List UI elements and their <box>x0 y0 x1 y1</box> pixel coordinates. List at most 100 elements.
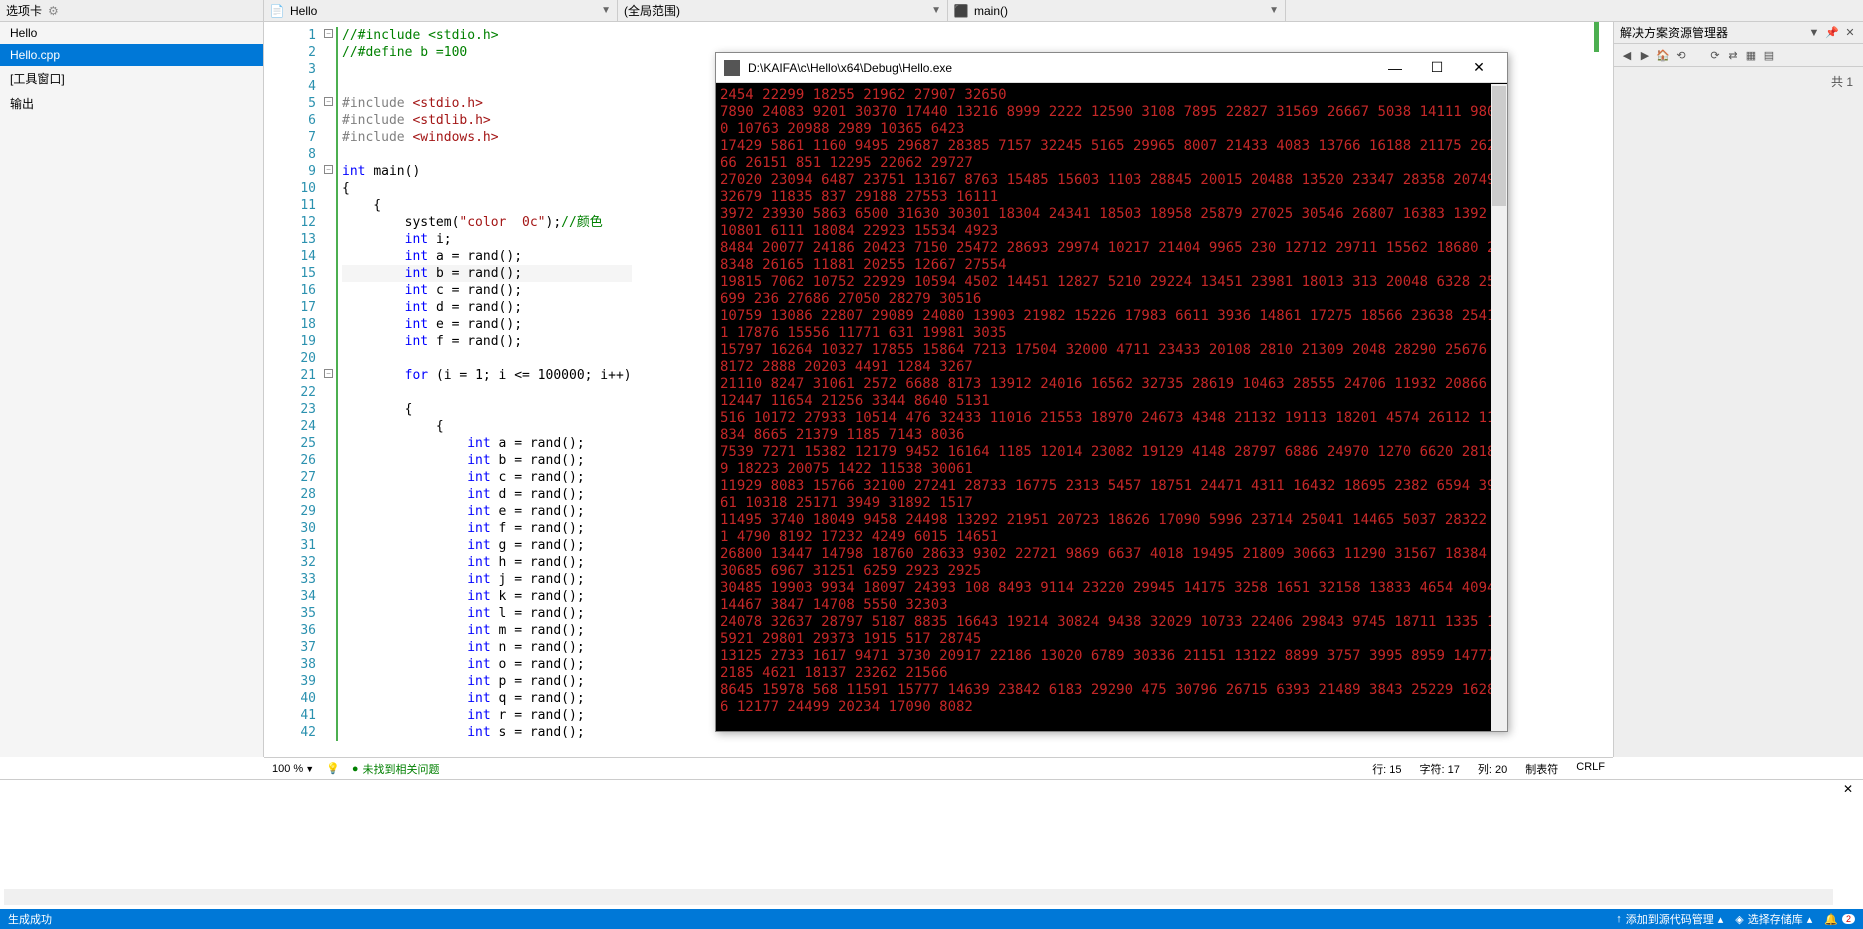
close-icon[interactable]: ✕ <box>1843 782 1859 798</box>
line-number: 14 <box>264 248 316 265</box>
context-dropdown-3[interactable]: ⬛ main() ▼ <box>948 0 1286 21</box>
line-number: 27 <box>264 469 316 486</box>
lightbulb-icon[interactable]: 💡 <box>326 762 340 775</box>
code-line[interactable] <box>342 146 632 163</box>
code-line[interactable]: int b = rand(); <box>342 265 632 282</box>
context-dropdown-1[interactable]: 📄 Hello ▼ <box>264 0 618 21</box>
code-line[interactable]: //#define b =100 <box>342 44 632 61</box>
code-line[interactable]: int main() <box>342 163 632 180</box>
line-number: 29 <box>264 503 316 520</box>
code-line[interactable]: int c = rand(); <box>342 469 632 486</box>
code-line[interactable]: int d = rand(); <box>342 486 632 503</box>
code-line[interactable] <box>342 350 632 367</box>
chevron-up-icon: ▴ <box>1718 913 1724 926</box>
code-line[interactable]: int h = rand(); <box>342 554 632 571</box>
line-number: 18 <box>264 316 316 333</box>
tab-indicator[interactable]: 制表符 <box>1525 761 1558 777</box>
char-indicator[interactable]: 字符: 17 <box>1420 761 1460 777</box>
fold-icon[interactable]: − <box>324 369 333 378</box>
console-window[interactable]: D:\KAIFA\c\Hello\x64\Debug\Hello.exe ― ☐… <box>715 52 1508 732</box>
eol-indicator[interactable]: CRLF <box>1576 761 1605 777</box>
code-line[interactable]: { <box>342 418 632 435</box>
code-line[interactable]: int c = rand(); <box>342 282 632 299</box>
code-line[interactable] <box>342 61 632 78</box>
line-number: 34 <box>264 588 316 605</box>
tab-label: 选项卡 <box>6 2 42 19</box>
notifications-button[interactable]: 🔔 2 <box>1824 913 1855 926</box>
dropdown-icon[interactable]: ▼ <box>1807 26 1821 40</box>
gear-icon[interactable]: ⚙ <box>48 4 59 18</box>
code-line[interactable]: #include <stdio.h> <box>342 95 632 112</box>
notification-badge: 2 <box>1842 914 1855 924</box>
line-number: 25 <box>264 435 316 452</box>
solution-explorer: 解决方案资源管理器 ▼ 📌 ✕ ◀ ▶ 🏠 ⟲ ⟳ ⇄ ▦ ▤ 共 1 <box>1613 22 1863 757</box>
pin-icon[interactable]: 📌 <box>1825 26 1839 40</box>
code-line[interactable]: int d = rand(); <box>342 299 632 316</box>
code-line[interactable]: #include <stdlib.h> <box>342 112 632 129</box>
minimize-button[interactable]: ― <box>1375 54 1415 82</box>
code-line[interactable]: int l = rand(); <box>342 605 632 622</box>
line-indicator[interactable]: 行: 15 <box>1372 761 1401 777</box>
code-line[interactable]: { <box>342 180 632 197</box>
code-line[interactable]: #include <windows.h> <box>342 129 632 146</box>
console-titlebar[interactable]: D:\KAIFA\c\Hello\x64\Debug\Hello.exe ― ☐… <box>716 53 1507 83</box>
close-button[interactable]: ✕ <box>1459 54 1499 82</box>
code-line[interactable] <box>342 384 632 401</box>
close-icon[interactable]: ✕ <box>1843 26 1857 40</box>
left-item[interactable]: [工具窗口] <box>0 66 263 91</box>
code-line[interactable]: int e = rand(); <box>342 503 632 520</box>
line-number: 37 <box>264 639 316 656</box>
chevron-up-icon: ▴ <box>1807 913 1813 926</box>
console-output[interactable]: 2454 22299 18255 21962 27907 32650 7890 … <box>716 83 1507 731</box>
collapse-icon[interactable]: ⇄ <box>1726 48 1740 62</box>
source-control-button[interactable]: ↑ 添加到源代码管理 ▴ <box>1616 911 1723 927</box>
line-number: 5 <box>264 95 316 112</box>
code-line[interactable]: int j = rand(); <box>342 571 632 588</box>
code-line[interactable]: int p = rand(); <box>342 673 632 690</box>
code-line[interactable]: int f = rand(); <box>342 333 632 350</box>
fold-icon[interactable]: − <box>324 165 333 174</box>
code-line[interactable]: system("color 0c");//颜色 <box>342 214 632 231</box>
code-line[interactable]: int r = rand(); <box>342 707 632 724</box>
line-number: 10 <box>264 180 316 197</box>
context-dropdown-2[interactable]: (全局范围) ▼ <box>618 0 948 21</box>
code-line[interactable]: int b = rand(); <box>342 452 632 469</box>
show-all-icon[interactable]: ▦ <box>1744 48 1758 62</box>
code-line[interactable] <box>342 78 632 95</box>
line-number: 13 <box>264 231 316 248</box>
code-line[interactable]: int g = rand(); <box>342 537 632 554</box>
fold-icon[interactable]: − <box>324 97 333 106</box>
refresh-icon[interactable]: ⟳ <box>1708 48 1722 62</box>
code-line[interactable]: int a = rand(); <box>342 248 632 265</box>
code-line[interactable]: for (i = 1; i <= 100000; i++) <box>342 367 632 384</box>
code-line[interactable]: int m = rand(); <box>342 622 632 639</box>
repo-button[interactable]: ◈ 选择存储库 ▴ <box>1735 911 1812 927</box>
code-line[interactable]: { <box>342 401 632 418</box>
code-line[interactable]: int s = rand(); <box>342 724 632 741</box>
scrollbar-thumb[interactable] <box>1492 86 1506 206</box>
sync-icon[interactable]: ⟲ <box>1674 48 1688 62</box>
forward-icon[interactable]: ▶ <box>1638 48 1652 62</box>
code-line[interactable]: int a = rand(); <box>342 435 632 452</box>
left-item[interactable]: Hello.cpp <box>0 44 263 66</box>
code-line[interactable]: int i; <box>342 231 632 248</box>
zoom-dropdown[interactable]: 100 %▼ <box>272 763 314 775</box>
code-line[interactable]: int o = rand(); <box>342 656 632 673</box>
code-line[interactable]: int n = rand(); <box>342 639 632 656</box>
code-line[interactable]: { <box>342 197 632 214</box>
home-icon[interactable]: 🏠 <box>1656 48 1670 62</box>
properties-icon[interactable]: ▤ <box>1762 48 1776 62</box>
code-line[interactable]: int f = rand(); <box>342 520 632 537</box>
code-line[interactable]: int q = rand(); <box>342 690 632 707</box>
code-line[interactable]: int e = rand(); <box>342 316 632 333</box>
left-item[interactable]: 输出 <box>0 91 263 116</box>
horizontal-scrollbar[interactable] <box>4 889 1833 905</box>
code-line[interactable]: int k = rand(); <box>342 588 632 605</box>
maximize-button[interactable]: ☐ <box>1417 54 1457 82</box>
code-line[interactable]: //#include <stdio.h> <box>342 27 632 44</box>
back-icon[interactable]: ◀ <box>1620 48 1634 62</box>
col-indicator[interactable]: 列: 20 <box>1478 761 1507 777</box>
console-scrollbar[interactable] <box>1491 84 1507 731</box>
left-item[interactable]: Hello <box>0 22 263 44</box>
fold-icon[interactable]: − <box>324 29 333 38</box>
